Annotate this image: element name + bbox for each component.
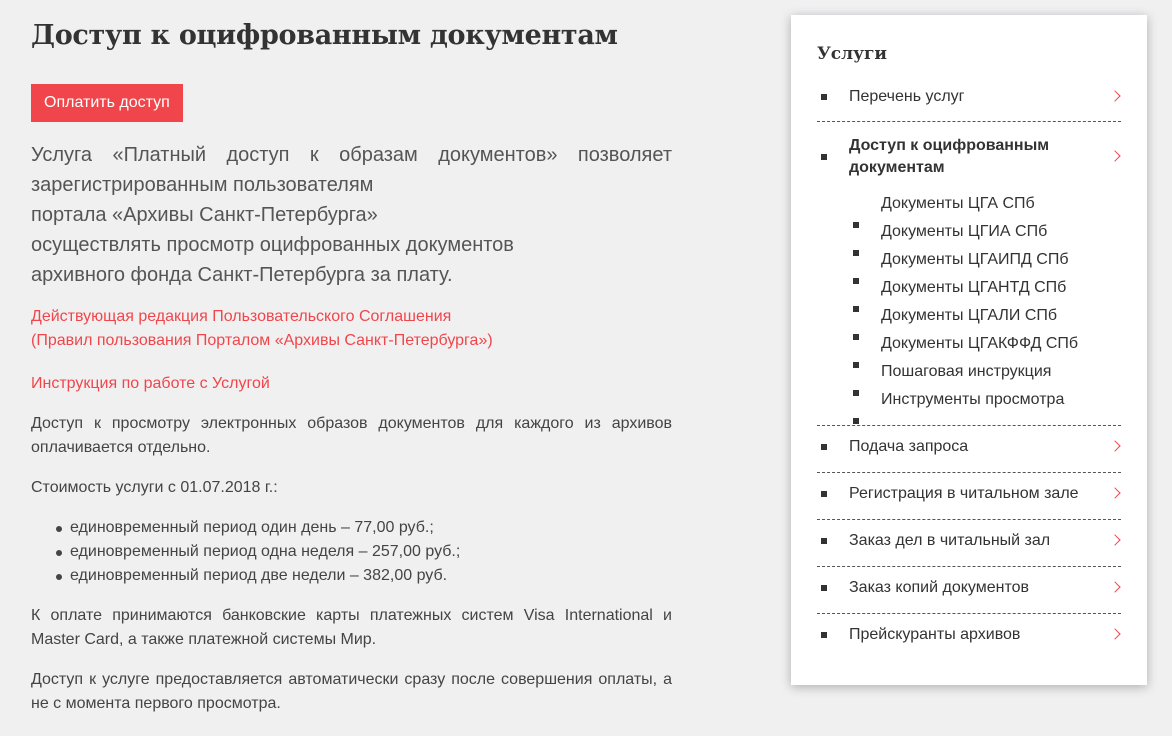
intro-line: зарегистрированным пользователям	[31, 174, 374, 196]
square-bullet-icon	[853, 390, 859, 396]
subnav-item-label[interactable]: Инструменты просмотра	[881, 391, 1064, 408]
nav-item-label[interactable]: Перечень услуг	[849, 86, 965, 108]
chevron-right-icon[interactable]	[1109, 628, 1121, 640]
subnav-item-label[interactable]: Документы ЦГАНТД СПб	[881, 279, 1066, 296]
price-list: единовременный период один день – 77,00 …	[31, 516, 672, 588]
chevron-right-icon[interactable]	[1109, 487, 1121, 499]
subnav-item[interactable]: Инструменты просмотра	[853, 386, 1078, 424]
subnav-item-label[interactable]: Документы ЦГАКФФД СПб	[881, 335, 1078, 352]
square-bullet-icon	[821, 154, 827, 160]
chevron-right-icon[interactable]	[1109, 534, 1121, 546]
nav-item-label[interactable]: Регистрация в читальном зале	[849, 483, 1079, 505]
subnav-item[interactable]: Документы ЦГАНТД СПб	[853, 274, 1078, 312]
nav-item-submit-request[interactable]: Подача запроса	[817, 426, 1121, 473]
nav-item-price-lists[interactable]: Прейскуранты архивов	[817, 614, 1121, 661]
square-bullet-icon	[821, 538, 827, 544]
subnav-item[interactable]: Пошаговая инструкция	[853, 358, 1078, 396]
service-intro: Услуга «Платный доступ к образам докумен…	[31, 140, 672, 290]
agreement-link-line[interactable]: (Правил пользования Порталом «Архивы Сан…	[31, 329, 672, 353]
price-item: единовременный период один день – 77,00 …	[56, 516, 672, 540]
square-bullet-icon	[853, 362, 859, 368]
intro-line: портала «Архивы Санкт-Петербурга»	[31, 204, 378, 226]
subnav-item-label[interactable]: Документы ЦГИА СПб	[881, 223, 1047, 240]
page-title: Доступ к оцифрованным документам	[31, 20, 618, 51]
cost-paragraph: Стоимость услуги с 01.07.2018 г.:	[31, 479, 278, 496]
sidebar-title: Услуги	[817, 44, 888, 64]
subnav-item-label[interactable]: Пошаговая инструкция	[881, 363, 1051, 380]
subnav-item-label[interactable]: Документы ЦГАИПД СПб	[881, 251, 1069, 268]
square-bullet-icon	[853, 278, 859, 284]
chevron-right-icon[interactable]	[1109, 440, 1121, 452]
nav-item-services-list[interactable]: Перечень услуг	[817, 77, 1121, 122]
nav-item-order-copies[interactable]: Заказ копий документов	[817, 567, 1121, 614]
price-item: единовременный период две недели – 382,0…	[56, 564, 672, 588]
access-paragraph: Доступ к просмотру электронных образов д…	[31, 415, 672, 456]
bullet-icon	[56, 550, 62, 556]
square-bullet-icon	[853, 418, 859, 424]
subnav-item-label[interactable]: Документы ЦГА СПб	[881, 195, 1035, 212]
nav-item-reading-room-registration[interactable]: Регистрация в читальном зале	[817, 473, 1121, 520]
bullet-icon	[56, 526, 62, 532]
price-item: единовременный период одна неделя – 257,…	[56, 540, 672, 564]
intro-line: Услуга «Платный доступ к образам докумен…	[31, 144, 672, 166]
square-bullet-icon	[821, 632, 827, 638]
services-sidebar: Услуги Перечень услуг Доступ к оцифрован…	[791, 15, 1147, 685]
nav-item-label-active[interactable]: Доступ к оцифрованным документам	[849, 135, 1089, 179]
nav-item-label[interactable]: Заказ копий документов	[849, 577, 1029, 599]
chevron-right-icon[interactable]	[1109, 150, 1121, 162]
subnav-item[interactable]: Документы ЦГАКФФД СПб	[853, 330, 1078, 368]
square-bullet-icon	[821, 491, 827, 497]
nav-item-label[interactable]: Прейскуранты архивов	[849, 624, 1020, 646]
main-content: Доступ к оцифрованным документам Оплатит…	[31, 20, 672, 716]
square-bullet-icon	[821, 94, 827, 100]
square-bullet-icon	[853, 250, 859, 256]
nav-item-digitized-access[interactable]: Доступ к оцифрованным документам Докумен…	[817, 122, 1121, 426]
chevron-right-icon[interactable]	[1109, 581, 1121, 593]
chevron-right-icon[interactable]	[1109, 90, 1121, 102]
nav-item-label[interactable]: Заказ дел в читальный зал	[849, 530, 1050, 552]
subnav-list: Документы ЦГА СПб Документы ЦГИА СПб Док…	[853, 190, 1078, 424]
nav-item-label[interactable]: Подача запроса	[849, 436, 968, 458]
price-text: единовременный период одна неделя – 257,…	[70, 543, 461, 560]
subnav-item[interactable]: Документы ЦГА СПб	[853, 190, 1078, 228]
subnav-item[interactable]: Документы ЦГАЛИ СПб	[853, 302, 1078, 340]
intro-line: осуществлять просмотр оцифрованных докум…	[31, 234, 514, 256]
intro-line: архивного фонда Санкт-Петербурга за плат…	[31, 264, 453, 286]
subnav-item[interactable]: Документы ЦГАИПД СПб	[853, 246, 1078, 284]
auto-access-paragraph: Доступ к услуге предоставляется автомати…	[31, 671, 672, 712]
subnav-item-label[interactable]: Документы ЦГАЛИ СПб	[881, 307, 1057, 324]
bullet-icon	[56, 574, 62, 580]
agreement-link-line[interactable]: Действующая редакция Пользовательского С…	[31, 305, 672, 329]
square-bullet-icon	[853, 306, 859, 312]
price-text: единовременный период две недели – 382,0…	[70, 567, 448, 584]
price-text: единовременный период один день – 77,00 …	[70, 519, 434, 536]
pay-access-button[interactable]: Оплатить доступ	[31, 84, 183, 122]
cards-paragraph: К оплате принимаются банковские карты пл…	[31, 607, 672, 648]
square-bullet-icon	[821, 444, 827, 450]
user-agreement-link[interactable]: Действующая редакция Пользовательского С…	[31, 305, 672, 353]
subnav-item[interactable]: Документы ЦГИА СПб	[853, 218, 1078, 256]
service-instruction-link[interactable]: Инструкция по работе с Услугой	[31, 372, 672, 396]
nav-item-order-files[interactable]: Заказ дел в читальный зал	[817, 520, 1121, 567]
square-bullet-icon	[853, 222, 859, 228]
services-nav: Перечень услуг Доступ к оцифрованным док…	[817, 77, 1121, 661]
square-bullet-icon	[821, 585, 827, 591]
square-bullet-icon	[853, 334, 859, 340]
